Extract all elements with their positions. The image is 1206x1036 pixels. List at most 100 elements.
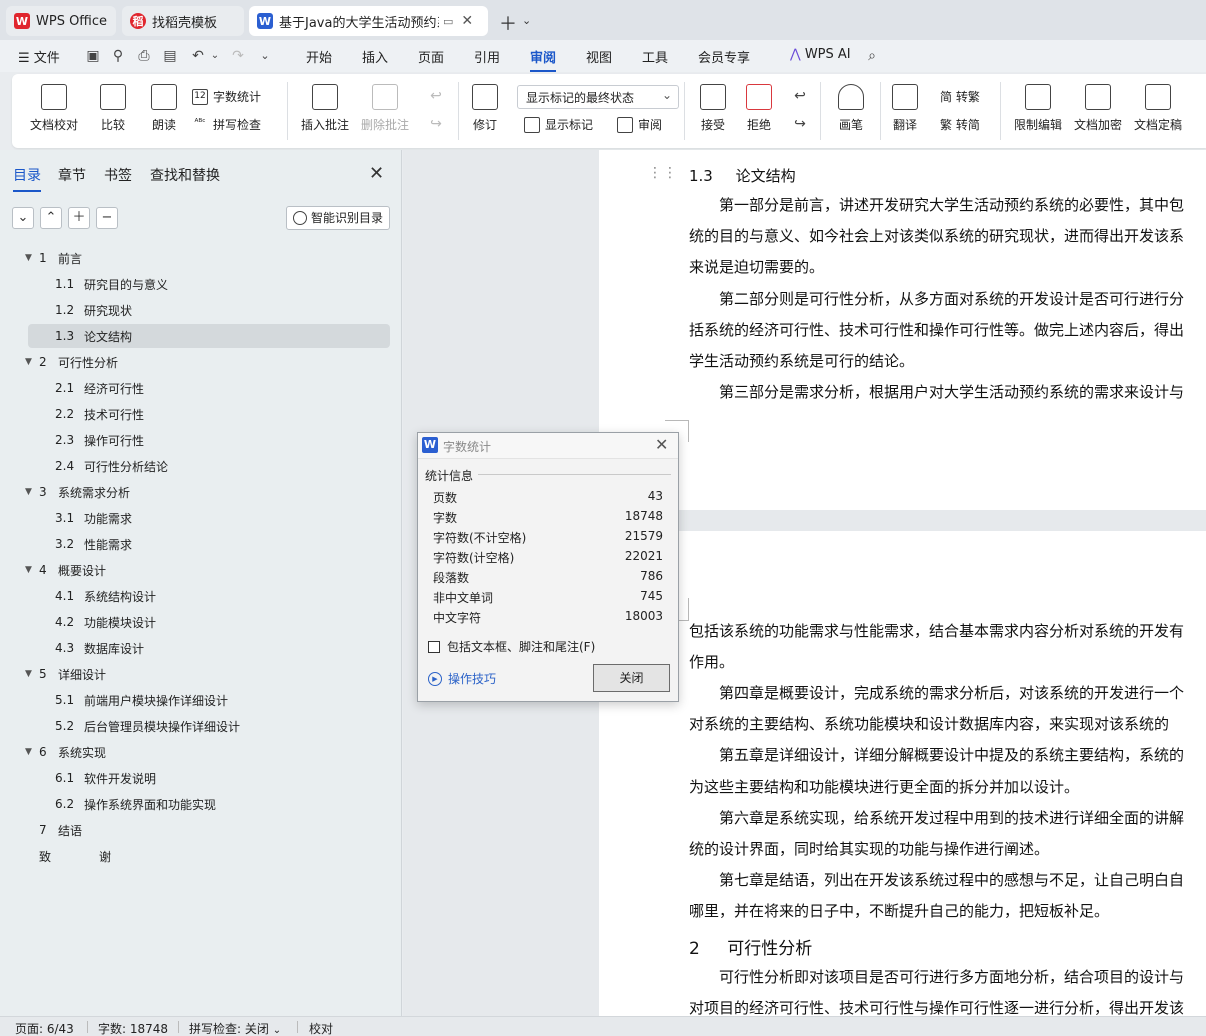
screen-icon[interactable]: ▭ [443, 15, 453, 28]
pen-button[interactable]: 画笔 [838, 84, 864, 133]
translate-button[interactable]: 翻译 [892, 84, 918, 133]
to-simplified-button[interactable]: 繁 转简 [940, 116, 980, 133]
collapse-up-button[interactable]: ⌃ [40, 207, 62, 229]
spell-check-indicator[interactable]: 拼写检查: 关闭 ⌄ [189, 1020, 281, 1036]
toc-item[interactable]: 2.2 技术可行性 [0, 402, 390, 426]
toc-item[interactable]: 3.2 性能需求 [0, 532, 390, 556]
document-text-line[interactable]: 对系统的主要结构、系统功能模块和设计数据库内容，来实现对该系统的 [689, 714, 1206, 734]
expand-triangle-icon[interactable]: ▼ [25, 487, 32, 497]
document-text-line[interactable]: 可行性分析即对该项目是否可行进行多方面地分析，结合项目的设计与 [689, 967, 1206, 987]
print-preview-icon[interactable]: ▤ [162, 48, 178, 64]
previous-change-icon[interactable]: ↩ [792, 88, 808, 104]
toc-item[interactable]: 3.1 功能需求 [0, 506, 390, 530]
menu-page[interactable]: 页面 [418, 47, 444, 66]
toc-item[interactable]: ▼ 5 详细设计 [0, 662, 390, 686]
checkbox-box[interactable] [428, 640, 440, 653]
restrict-edit-button[interactable]: 限制编辑 [1014, 84, 1062, 133]
document-text-line[interactable]: 第七章是结语，列出在开发该系统过程中的感想与不足，让自己明白自 [689, 870, 1206, 890]
proofread-indicator[interactable]: 校对 [309, 1020, 333, 1036]
document-text-line[interactable]: 哪里，并在将来的日子中，不断提升自己的能力，把短板补足。 [689, 901, 1206, 921]
more-chevron-icon[interactable]: ⌄ [257, 48, 273, 64]
print-icon[interactable]: ⎙ [136, 48, 152, 64]
document-text-line[interactable]: 统的目的与意义、如今社会上对该类似系统的研究现状，进而得出开发该系 [689, 226, 1206, 246]
toc-item[interactable]: 6.2 操作系统界面和功能实现 [0, 792, 390, 816]
toc-item[interactable]: 2.3 操作可行性 [0, 428, 390, 452]
insert-comment-button[interactable]: 插入批注 [301, 84, 349, 133]
next-change-icon[interactable]: ↪ [792, 116, 808, 132]
dialog-titlebar[interactable]: W 字数统计 ✕ [418, 433, 678, 459]
tab-current-document[interactable]: W 基于Java的大学生活动预约系 ▭ ✕ [249, 6, 488, 36]
toc-item[interactable]: ▼ 2 可行性分析 [0, 350, 390, 374]
delete-comment-button[interactable]: 删除批注 [361, 84, 409, 133]
tips-link[interactable]: ▶ 操作技巧 [428, 670, 496, 687]
new-tab-button[interactable]: ＋ [499, 10, 517, 36]
link-icon[interactable]: ⚲ [110, 48, 126, 64]
document-text-line[interactable]: 作用。 [689, 652, 1206, 672]
wps-ai-button[interactable]: ⋀ WPS AI [790, 47, 851, 62]
toc-item[interactable]: 4.3 数据库设计 [0, 636, 390, 660]
include-textbox-checkbox[interactable]: 包括文本框、脚注和尾注(F) [428, 638, 595, 655]
menu-references[interactable]: 引用 [474, 47, 500, 66]
spell-check-button[interactable]: ᴬᴮᶜ 拼写检查 [192, 116, 261, 133]
document-text-line[interactable]: 第五章是详细设计，详细分解概要设计中提及的系统主要结构，系统的 [689, 745, 1206, 765]
toc-item[interactable]: 1.1 研究目的与意义 [0, 272, 390, 296]
menu-tools[interactable]: 工具 [642, 47, 668, 66]
toc-item[interactable]: ▼ 6 系统实现 [0, 740, 390, 764]
toc-item[interactable]: 4.1 系统结构设计 [0, 584, 390, 608]
close-icon[interactable]: ✕ [461, 13, 473, 29]
show-markup-button[interactable]: 显示标记 [524, 116, 593, 133]
expand-triangle-icon[interactable]: ▼ [25, 747, 32, 757]
toc-item[interactable]: ▼ 4 概要设计 [0, 558, 390, 582]
document-text-line[interactable]: 第一部分是前言，讲述开发研究大学生活动预约系统的必要性，其中包 [689, 195, 1206, 215]
revise-button[interactable]: 修订 [472, 84, 498, 133]
chevron-down-icon[interactable]: ⌄ [207, 48, 223, 64]
next-comment-icon[interactable]: ↪ [428, 116, 444, 132]
document-text-line[interactable]: 第二部分则是可行性分析，从多方面对系统的开发设计是否可行进行分 [689, 289, 1206, 309]
drag-handle-icon[interactable]: ⋮⋮ [648, 166, 677, 188]
expand-down-button[interactable]: ⌄ [12, 207, 34, 229]
document-text-line[interactable]: 统的设计界面，同时给其实现的功能与操作进行阐述。 [689, 839, 1206, 859]
expand-triangle-icon[interactable]: ▼ [25, 253, 32, 263]
tab-toc[interactable]: 目录 [13, 165, 41, 192]
menu-review[interactable]: 审阅 [530, 47, 557, 72]
document-text-line[interactable]: 第六章是系统实现，给系统开发过程中用到的技术进行详细全面的讲解 [689, 808, 1206, 828]
toc-item[interactable]: 致谢 [0, 844, 390, 868]
markup-state-select[interactable]: 显示标记的最终状态 ⌄ [517, 85, 679, 109]
expand-triangle-icon[interactable]: ▼ [25, 357, 32, 367]
tab-chapters[interactable]: 章节 [58, 165, 86, 185]
menu-home[interactable]: 开始 [306, 47, 332, 66]
word-count-button[interactable]: 12 字数统计 [192, 88, 261, 105]
redo-icon[interactable]: ↷ [230, 48, 246, 64]
document-text-line[interactable]: 包括该系统的功能需求与性能需求，结合基本需求内容分析对系统的开发有 [689, 621, 1206, 641]
smart-toc-button[interactable]: 智能识别目录 [286, 206, 390, 230]
toc-item[interactable]: ▼ 3 系统需求分析 [0, 480, 390, 504]
compare-button[interactable]: 比较 [100, 84, 126, 133]
menu-member[interactable]: 会员专享 [698, 47, 750, 66]
search-icon[interactable]: ⌕ [864, 48, 880, 64]
close-button[interactable]: 关闭 [593, 664, 670, 692]
encrypt-button[interactable]: 文档加密 [1074, 84, 1122, 133]
finalize-button[interactable]: 文档定稿 [1134, 84, 1182, 133]
doc-check-button[interactable]: 文档校对 [30, 84, 78, 133]
document-text-line[interactable]: 对项目的经济可行性、技术可行性与操作可行性逐一进行分析，得出开发该 [689, 998, 1206, 1018]
toc-item[interactable]: 1.2 研究现状 [0, 298, 390, 322]
page-indicator[interactable]: 页面: 6/43 [15, 1020, 74, 1036]
toc-item[interactable]: 5.1 前端用户模块操作详细设计 [0, 688, 390, 712]
close-icon[interactable]: ✕ [369, 163, 384, 184]
toc-item[interactable]: 5.2 后台管理员模块操作详细设计 [0, 714, 390, 738]
menu-view[interactable]: 视图 [586, 47, 612, 66]
save-icon[interactable]: ▣ [85, 48, 101, 64]
toc-item[interactable]: ▼ 1 前言 [0, 246, 390, 270]
tab-bookmarks[interactable]: 书签 [104, 165, 132, 185]
toc-item[interactable]: 6.1 软件开发说明 [0, 766, 390, 790]
close-icon[interactable]: ✕ [655, 435, 668, 454]
toc-item[interactable]: 2.1 经济可行性 [0, 376, 390, 400]
reject-button[interactable]: 拒绝 [746, 84, 772, 133]
tab-wps-office[interactable]: W WPS Office [6, 6, 116, 36]
word-count-indicator[interactable]: 字数: 18748 [98, 1020, 168, 1036]
to-traditional-button[interactable]: 简 转繁 [940, 88, 980, 105]
document-text-line[interactable]: 括系统的经济可行性、技术可行性和操作可行性等。做完上述内容后，得出 [689, 320, 1206, 340]
menu-insert[interactable]: 插入 [362, 47, 388, 66]
toc-item[interactable]: 2.4 可行性分析结论 [0, 454, 390, 478]
remove-heading-button[interactable]: − [96, 207, 118, 229]
